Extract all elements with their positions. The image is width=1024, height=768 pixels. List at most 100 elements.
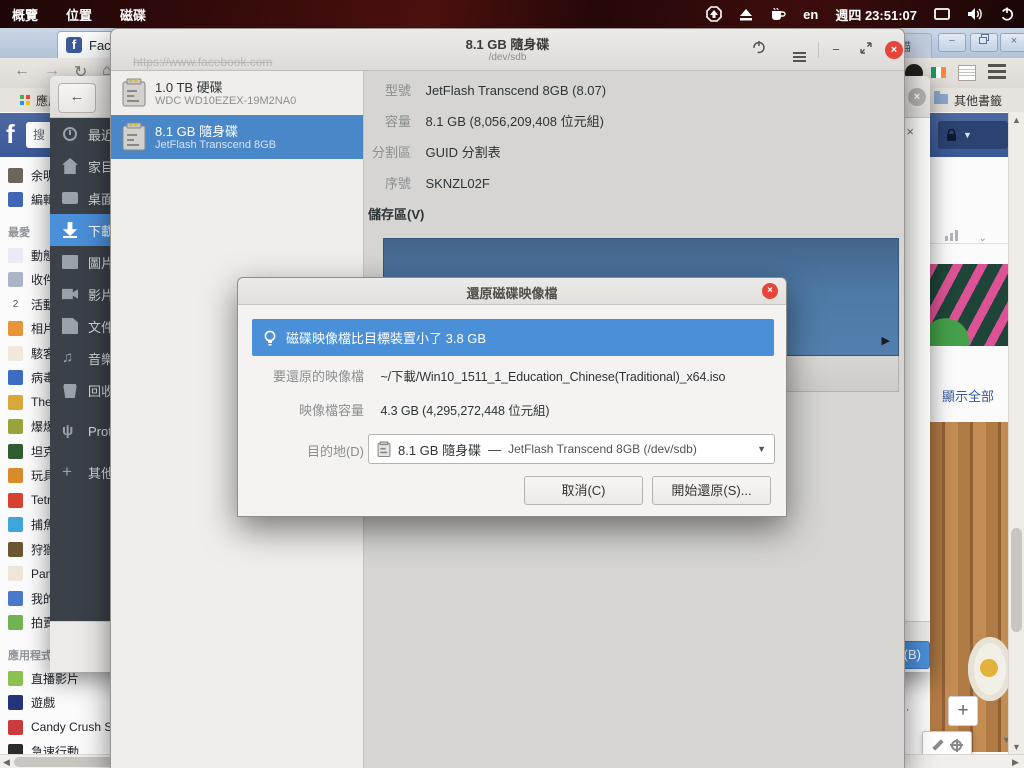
item-icon xyxy=(8,419,23,435)
dialog-field-row: 映像檔容量 4.3 GB (4,295,272,448 位元組) xyxy=(298,403,550,418)
detail-row: 序號 SKNZL02F xyxy=(384,176,490,191)
desktop-icon xyxy=(62,190,78,206)
item-icon xyxy=(8,517,23,533)
detail-row: 型號 JetFlash Transcend 8GB (8.07) xyxy=(384,83,607,98)
usb-icon xyxy=(62,423,78,439)
warning-infobar: 磁碟映像檔比目標裝置小了 3.8 GB xyxy=(252,319,774,356)
drive-details: 型號 JetFlash Transcend 8GB (8.07) 容量 8.1 … xyxy=(364,81,904,205)
lock-icon xyxy=(947,128,956,141)
dialog-header: 還原磁碟映像檔 × xyxy=(238,278,786,305)
trash-icon xyxy=(62,382,78,398)
window-maximize-button[interactable] xyxy=(970,33,998,52)
lightbulb-icon xyxy=(264,330,276,345)
destination-label: 目的地(D) xyxy=(306,444,364,459)
scroll-right-icon[interactable]: ▶ xyxy=(1012,757,1019,768)
window-restore-button[interactable] xyxy=(856,40,876,60)
window-close-button[interactable]: × xyxy=(1000,33,1024,52)
clock[interactable]: 週四 23:51:07 xyxy=(835,5,917,24)
window-title: 8.1 GB 隨身碟 xyxy=(465,37,550,52)
facebook-logo[interactable]: f xyxy=(6,119,15,150)
power-off-drive-button[interactable] xyxy=(749,40,769,60)
window-minimize-button[interactable]: − xyxy=(938,33,966,52)
activities-menu[interactable]: 概覽 xyxy=(0,0,52,28)
gear-icon[interactable] xyxy=(950,738,963,752)
top-bar-status-area: en 週四 23:51:07 xyxy=(706,0,1014,28)
app-menu-disks[interactable]: 磁碟 xyxy=(106,0,160,28)
facebook-sidebar-item[interactable]: Candy Crush S xyxy=(0,715,118,740)
desktop: f Facebook 熊貓 − × ← → ↻ ⌂ 應用 其他書籤 f 搜 xyxy=(0,0,1024,768)
disk-drive-icon xyxy=(377,440,391,457)
back-icon[interactable]: ← xyxy=(14,62,30,80)
scroll-left-icon[interactable]: ◀ xyxy=(3,757,10,768)
places-menu[interactable]: 位置 xyxy=(52,0,106,28)
pencil-icon[interactable] xyxy=(932,740,943,751)
divider xyxy=(818,42,819,58)
show-all-link[interactable]: 顯示全部 xyxy=(942,386,994,405)
display-icon[interactable] xyxy=(934,7,950,21)
hamburger-menu-icon xyxy=(792,52,806,54)
volume-icon[interactable] xyxy=(967,7,983,21)
close-icon[interactable]: × xyxy=(906,124,914,139)
destination-dropdown[interactable]: 8.1 GB 隨身碟 — JetFlash Transcend 8GB (/de… xyxy=(368,434,775,464)
dialog-title: 還原磁碟映像檔 xyxy=(466,286,558,301)
item-icon xyxy=(8,345,23,361)
scroll-down-icon[interactable]: ▼ xyxy=(1012,742,1021,752)
warning-text: 磁碟映像檔比目標裝置小了 3.8 GB xyxy=(286,331,487,346)
volumes-heading: 儲存區(V) xyxy=(368,207,425,222)
play-icon: ▶ xyxy=(881,335,890,347)
item-icon xyxy=(8,719,23,735)
add-button[interactable]: + xyxy=(948,696,978,726)
window-close-button[interactable]: × xyxy=(885,41,903,59)
facebook-privacy-control[interactable]: ▼ xyxy=(938,121,1008,149)
dialog-field-row: 要還原的映像檔 ~/下載/Win10_1511_1_Education_Chin… xyxy=(272,369,726,384)
music-icon xyxy=(62,350,78,366)
dialog-fields: 要還原的映像檔 ~/下載/Win10_1511_1_Education_Chin… xyxy=(252,366,780,434)
eject-icon[interactable] xyxy=(739,7,753,21)
clock-icon xyxy=(62,126,78,142)
dialog-close-button[interactable]: × xyxy=(762,283,778,299)
device-row[interactable]: 1.0 TB 硬碟 WDC WD10EZEX-19M2NA0 xyxy=(111,71,363,115)
power-icon xyxy=(753,41,765,54)
newspaper-icon[interactable] xyxy=(958,65,976,81)
gnome-top-bar: 概覽 位置 磁碟 en 週四 23:51:07 xyxy=(0,0,1024,28)
software-updates-icon[interactable] xyxy=(706,6,722,22)
item-icon xyxy=(8,541,23,557)
disk-drive-icon xyxy=(122,78,146,107)
back-button[interactable]: ← xyxy=(58,83,96,113)
input-method-indicator[interactable]: en xyxy=(803,7,818,22)
close-button[interactable]: × xyxy=(908,88,926,106)
chevron-down-icon[interactable]: ⌄ xyxy=(978,233,986,244)
image-icon xyxy=(62,254,78,270)
disks-headerbar: https://www.facebook.com 8.1 GB 隨身碟 /dev… xyxy=(111,29,904,71)
item-icon xyxy=(8,247,23,263)
maximize-icon xyxy=(979,34,989,44)
start-restore-button[interactable]: 開始還原(S)... xyxy=(652,476,771,505)
item-icon xyxy=(8,590,23,606)
menu-button[interactable] xyxy=(789,40,809,60)
item-icon xyxy=(8,670,23,686)
apps-grid-icon[interactable] xyxy=(20,95,24,99)
flag-icon[interactable] xyxy=(931,67,946,78)
item-icon xyxy=(8,272,23,288)
device-row[interactable]: 8.1 GB 隨身碟 JetFlash Transcend 8GB xyxy=(111,115,363,159)
folder-icon xyxy=(934,91,948,104)
item-icon: 2 xyxy=(8,296,23,312)
window-minimize-button[interactable]: − xyxy=(826,40,846,60)
activity-chart-icon[interactable]: ⌄ xyxy=(944,228,987,246)
download-icon xyxy=(62,222,78,238)
item-icon xyxy=(8,443,23,459)
item-icon xyxy=(8,167,23,183)
scrollbar-thumb[interactable] xyxy=(1011,528,1022,632)
item-icon xyxy=(8,468,23,484)
facebook-sidebar-item[interactable]: 遊戲 xyxy=(0,691,118,716)
hamburger-menu-icon[interactable] xyxy=(988,64,1006,67)
window-subtitle: /dev/sdb xyxy=(488,52,527,63)
vertical-scrollbar[interactable]: ▲ ▼ xyxy=(1008,112,1024,755)
cancel-button[interactable]: 取消(C) xyxy=(524,476,643,505)
restore-icon xyxy=(860,42,872,54)
caffeine-cup-icon[interactable] xyxy=(770,7,786,21)
game-ad-image[interactable] xyxy=(928,264,1016,346)
other-bookmarks[interactable]: 其他書籤 xyxy=(954,92,1002,109)
scroll-up-icon[interactable]: ▲ xyxy=(1012,115,1021,125)
power-icon[interactable] xyxy=(1000,7,1014,21)
